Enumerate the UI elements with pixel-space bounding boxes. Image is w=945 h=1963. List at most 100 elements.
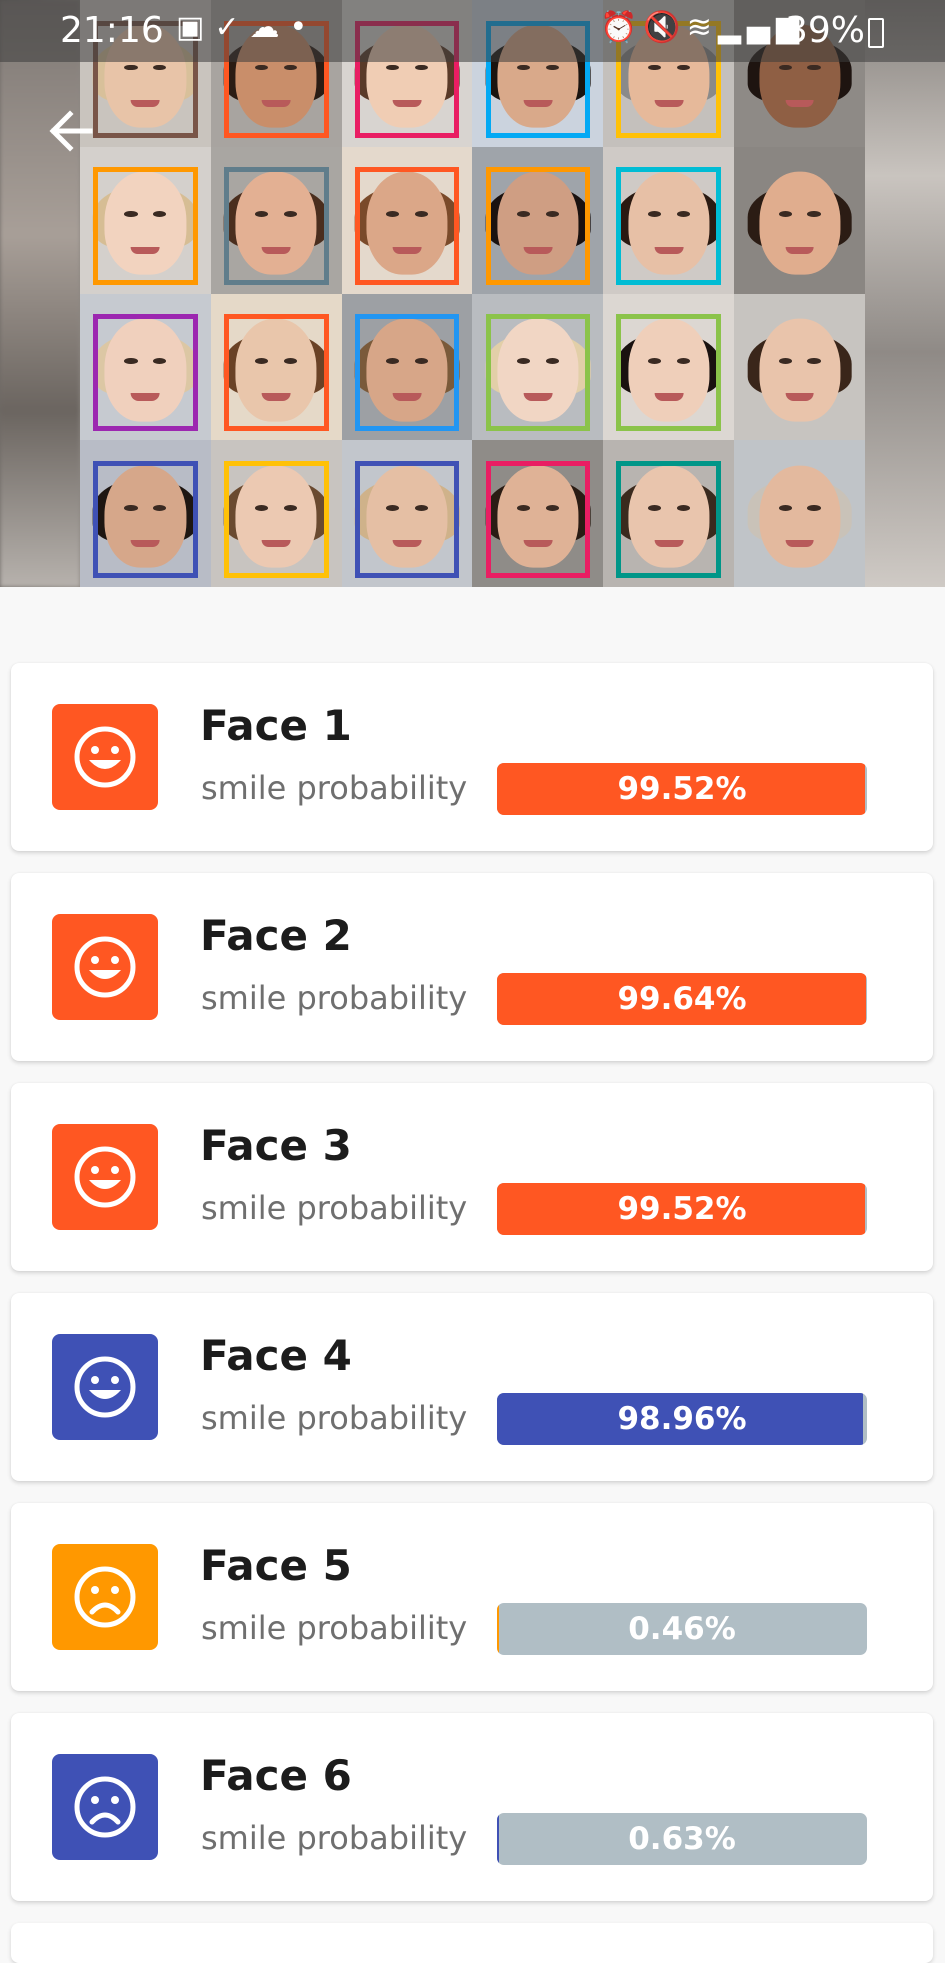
smile-probability-bar: 0.63% (497, 1813, 867, 1865)
face-bounding-box (354, 167, 460, 285)
face-bounding-box (223, 460, 329, 579)
check-icon: ✓ (214, 10, 250, 45)
face-result-card[interactable]: Face 6 smile probability 0.63% (11, 1713, 933, 1901)
frown-icon (74, 1566, 136, 1628)
back-button[interactable] (48, 108, 94, 154)
eye-shape (778, 358, 792, 364)
face-result-card[interactable]: Face 3 smile probability 99.52% (11, 1083, 933, 1271)
face-avatar (52, 1334, 158, 1440)
status-time: 21:16 (60, 10, 164, 51)
face-bounding-box (616, 460, 722, 579)
face-avatar (52, 1754, 158, 1860)
probability-value: 98.96% (617, 1401, 747, 1437)
probability-value: 99.52% (617, 771, 747, 807)
face-avatar (52, 1544, 158, 1650)
face-tile (472, 146, 604, 294)
face-shape (759, 318, 841, 422)
smile-probability-bar: 99.64% (497, 973, 867, 1025)
face-tile (210, 146, 342, 294)
face-tile (341, 146, 473, 294)
face-result-card[interactable]: Face 1 smile probability 99.52% (11, 663, 933, 851)
face-shape (759, 171, 841, 275)
battery-percent: 39% (785, 10, 866, 51)
face-result-card[interactable]: Face 2 smile probability 99.64% (11, 873, 933, 1061)
face-bounding-box (616, 314, 722, 432)
smile-probability-bar: 99.52% (497, 1183, 867, 1235)
eye-shape (778, 504, 792, 511)
face-bounding-box (354, 460, 460, 579)
smile-icon (74, 936, 136, 998)
face-title: Face 1 (200, 701, 352, 750)
face-bounding-box (485, 167, 591, 285)
smile-probability-label: smile probability (201, 1189, 468, 1227)
smile-probability-label: smile probability (201, 1819, 468, 1857)
list-item-partial (11, 1923, 933, 1963)
face-bounding-box (223, 167, 329, 285)
face-result-card[interactable]: Face 5 smile probability 0.46% (11, 1503, 933, 1691)
smile-icon (74, 1146, 136, 1208)
mouth-shape (785, 99, 814, 108)
face-bounding-box (223, 314, 329, 432)
face-tile (734, 146, 865, 294)
face-tile (210, 293, 342, 441)
face-bounding-box (93, 167, 198, 285)
smile-icon (74, 1356, 136, 1418)
face-title: Face 5 (200, 1541, 352, 1590)
face-detection-image (0, 0, 945, 587)
face-bounding-box (93, 314, 198, 432)
probability-value: 0.63% (628, 1821, 736, 1857)
face-avatar (52, 914, 158, 1020)
battery-icon (868, 18, 884, 48)
face-shape (759, 465, 841, 568)
eye-shape (807, 358, 821, 364)
face-bounding-box (485, 314, 591, 432)
smile-probability-label: smile probability (201, 979, 468, 1017)
face-tile (603, 440, 735, 587)
face-title: Face 4 (200, 1331, 352, 1380)
image-blur-edge (0, 0, 80, 587)
alarm-icon: ⏰ (600, 10, 644, 45)
face-tile (341, 440, 473, 587)
face-bounding-box (93, 460, 198, 579)
face-tile (603, 146, 735, 294)
eye-shape (807, 64, 821, 71)
face-bounding-box (485, 460, 591, 579)
mouth-shape (785, 393, 814, 401)
status-bar: 21:16 ▣✓☁• ⏰🔇≋▂▄▆ 39% (0, 0, 945, 62)
face-tile (472, 293, 604, 441)
eye-shape (778, 211, 792, 218)
face-title: Face 3 (200, 1121, 352, 1170)
eye-shape (807, 504, 821, 511)
smile-probability-label: smile probability (201, 769, 468, 807)
face-tile (603, 293, 735, 441)
face-tile (734, 293, 865, 441)
face-avatar (52, 1124, 158, 1230)
arrow-left-icon (49, 110, 93, 152)
smile-probability-bar: 98.96% (497, 1393, 867, 1445)
notification-icons: ▣✓☁• (176, 10, 317, 45)
mouth-shape (785, 246, 814, 254)
face-bounding-box (354, 314, 460, 432)
probability-value: 99.52% (617, 1191, 747, 1227)
mute-icon: 🔇 (643, 10, 687, 45)
face-tile (341, 293, 473, 441)
image-blur-edge (865, 0, 945, 587)
dot-icon: • (289, 10, 318, 45)
smile-probability-bar: 99.52% (497, 763, 867, 815)
system-icons: ⏰🔇≋▂▄▆ (600, 10, 805, 45)
face-tile (472, 440, 604, 587)
cloud-icon: ☁ (249, 10, 290, 45)
face-title: Face 2 (200, 911, 352, 960)
image-icon: ▣ (176, 10, 215, 45)
face-avatar (52, 704, 158, 810)
smile-icon (74, 726, 136, 788)
face-title: Face 6 (200, 1751, 352, 1800)
probability-value: 99.64% (617, 981, 747, 1017)
smile-probability-bar: 0.46% (497, 1603, 867, 1655)
face-grid (80, 0, 865, 587)
smile-probability-label: smile probability (201, 1609, 468, 1647)
eye-shape (807, 211, 821, 218)
frown-icon (74, 1776, 136, 1838)
face-result-card[interactable]: Face 4 smile probability 98.96% (11, 1293, 933, 1481)
face-tile (734, 440, 865, 587)
